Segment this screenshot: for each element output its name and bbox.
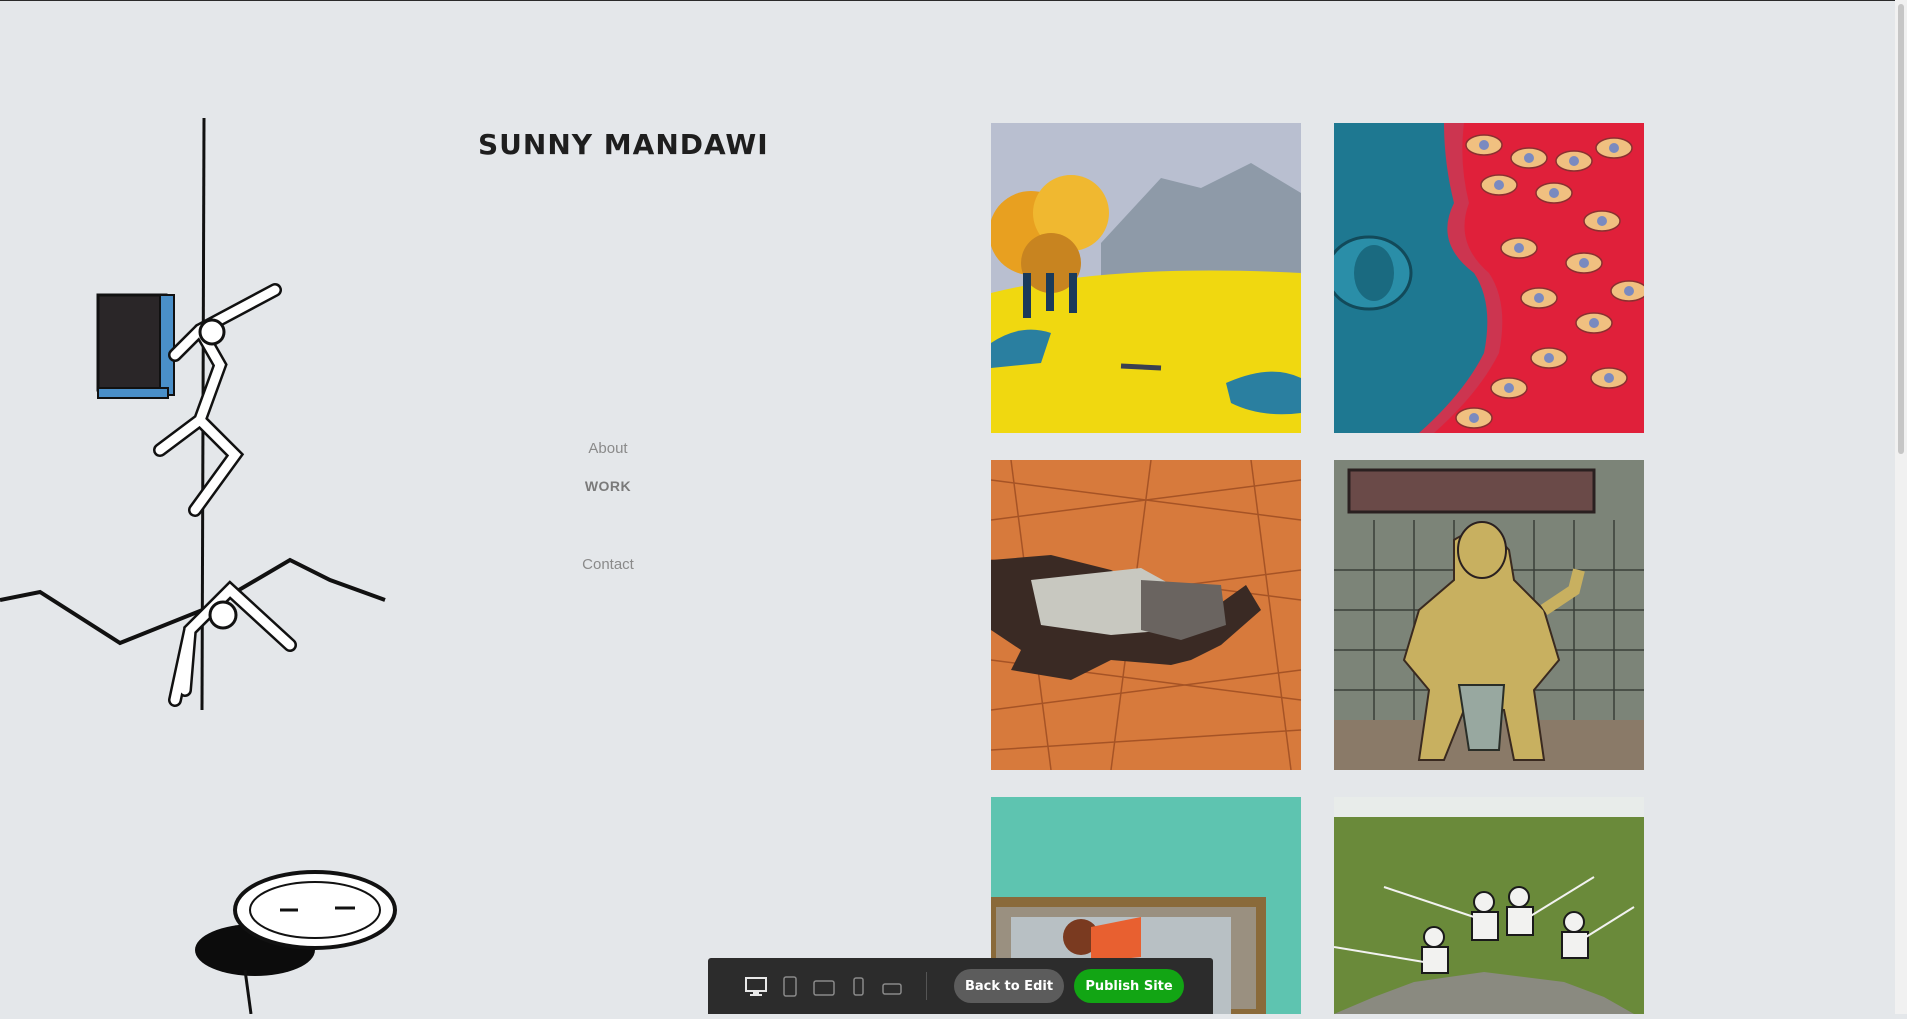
phone-portrait-icon[interactable] <box>846 976 870 998</box>
top-border <box>0 0 1907 1</box>
tablet-portrait-icon[interactable] <box>778 976 802 998</box>
tablet-landscape-icon[interactable] <box>812 976 836 998</box>
gallery-tile-landscape[interactable] <box>991 123 1301 433</box>
gallery-tile-eyes[interactable] <box>1334 123 1644 433</box>
desktop-icon[interactable] <box>744 976 768 998</box>
nav-contact-link[interactable]: Contact <box>520 556 696 573</box>
gallery-tile-straw[interactable] <box>991 460 1301 770</box>
site-title[interactable]: SUNNY MANDAWI <box>478 128 769 161</box>
footer-illustration <box>185 860 405 1015</box>
gallery-tile-fishing[interactable] <box>1334 797 1644 1014</box>
toolbar-divider <box>926 972 927 1000</box>
page-scrollbar[interactable] <box>1895 0 1907 1014</box>
preview-toolbar: Back to Edit Publish Site <box>708 958 1213 1014</box>
nav-work-link[interactable]: WORK <box>520 478 696 494</box>
publish-site-button[interactable]: Publish Site <box>1074 969 1184 1003</box>
scrollbar-thumb[interactable] <box>1898 4 1904 454</box>
header-illustration <box>0 110 400 711</box>
gallery-tile-shower[interactable] <box>1334 460 1644 770</box>
nav-about-link[interactable]: About <box>520 440 696 457</box>
phone-landscape-icon[interactable] <box>880 976 904 998</box>
back-to-edit-button[interactable]: Back to Edit <box>954 969 1064 1003</box>
